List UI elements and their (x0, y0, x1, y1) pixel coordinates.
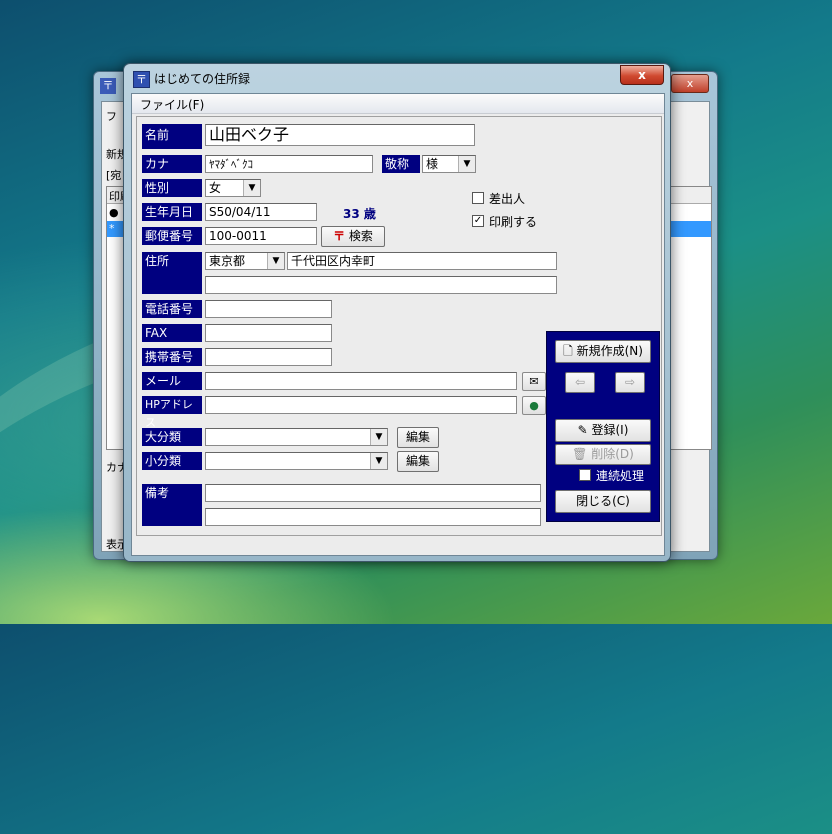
mail-input[interactable] (205, 372, 517, 390)
postal-label: 郵便番号 (142, 227, 202, 245)
continuous-label: 連続処理 (596, 469, 645, 483)
chevron-down-icon[interactable]: ▼ (267, 253, 284, 269)
record-indicator-icon: ● (109, 206, 119, 219)
postal-input[interactable]: 100-0011 (205, 227, 317, 245)
search-button-label: 検索 (348, 229, 373, 243)
address1-input[interactable]: 千代田区内幸町 (287, 252, 557, 270)
phone-label: 電話番号 (142, 300, 202, 318)
address-label: 住所 (142, 252, 202, 294)
notes1-input[interactable] (205, 484, 541, 502)
send-mail-button[interactable]: ✉ (522, 372, 546, 391)
mail-label: メール (142, 372, 202, 390)
globe-icon: ● (529, 399, 539, 412)
app-icon: 〒 (133, 71, 150, 88)
new-document-icon: 🗋 (563, 344, 573, 358)
gender-label: 性別 (142, 179, 202, 197)
notes2-input[interactable] (205, 508, 541, 526)
action-panel: 🗋 新規作成(N) ⇦ ⇨ ✎ 登録(I) 🗑 削除(D) 連続処理 閉じる(C… (546, 331, 660, 522)
new-record-button[interactable]: 🗋 新規作成(N) (555, 340, 651, 363)
postal-mark-icon: 〒 (333, 229, 346, 243)
background-text-fragment: [宛 (106, 169, 122, 182)
honorific-label: 敬称 (382, 155, 420, 173)
chevron-down-icon[interactable]: ▼ (370, 453, 387, 469)
gender-select[interactable]: 女 ▼ (205, 179, 261, 197)
print-checkbox[interactable]: ✓ (472, 215, 484, 227)
fax-input[interactable] (205, 324, 332, 342)
arrow-left-icon: ⇦ (574, 375, 586, 389)
chevron-down-icon[interactable]: ▼ (458, 156, 475, 172)
name-input[interactable]: 山田ベク子 (205, 124, 475, 146)
kana-label: カナ (142, 155, 202, 173)
print-label: 印刷する (489, 215, 538, 229)
phone-input[interactable] (205, 300, 332, 318)
honorific-value: 様 (426, 157, 439, 171)
previous-record-button[interactable]: ⇦ (565, 372, 595, 393)
prefecture-value: 東京都 (209, 254, 246, 268)
minor-category-select[interactable]: ▼ (205, 452, 388, 470)
delete-label: 削除(D) (591, 447, 634, 461)
background-menu-fragment: フ (106, 110, 117, 123)
major-category-label: 大分類 (142, 428, 202, 446)
background-close-button[interactable]: x (671, 74, 709, 93)
chevron-down-icon[interactable]: ▼ (370, 429, 387, 445)
continuous-checkbox[interactable] (579, 469, 591, 481)
postal-search-button[interactable]: 〒 検索 (321, 226, 385, 247)
menu-bar: ファイル(F) (132, 94, 664, 114)
kana-input[interactable]: ﾔﾏﾀﾞﾍﾞｸｺ (205, 155, 373, 173)
delete-button[interactable]: 🗑 削除(D) (555, 444, 651, 465)
new-row-marker: * (109, 222, 115, 235)
mail-icon: ✉ (529, 375, 539, 388)
hp-label: HPアドレス (142, 396, 202, 429)
sender-checkbox[interactable] (472, 192, 484, 204)
mobile-label: 携帯番号 (142, 348, 202, 366)
gender-value: 女 (209, 181, 222, 195)
major-category-select[interactable]: ▼ (205, 428, 388, 446)
close-form-button[interactable]: 閉じる(C) (555, 490, 651, 513)
hp-input[interactable] (205, 396, 517, 414)
name-label: 名前 (142, 124, 202, 149)
prefecture-select[interactable]: 東京都 ▼ (205, 252, 285, 270)
mobile-input[interactable] (205, 348, 332, 366)
edit-minor-button[interactable]: 編集 (397, 451, 439, 472)
minor-category-label: 小分類 (142, 452, 202, 470)
open-homepage-button[interactable]: ● (522, 396, 546, 415)
honorific-select[interactable]: 様 ▼ (422, 155, 476, 173)
register-button[interactable]: ✎ 登録(I) (555, 419, 651, 442)
address2-input[interactable] (205, 276, 557, 294)
notes-label: 備考 (142, 484, 202, 526)
arrow-right-icon: ⇨ (624, 375, 636, 389)
birth-label: 生年月日 (142, 203, 202, 221)
chevron-down-icon[interactable]: ▼ (243, 180, 260, 196)
window-title: はじめての住所録 (154, 72, 251, 86)
app-icon: 〒 (100, 78, 116, 94)
sender-label: 差出人 (489, 192, 526, 206)
fax-label: FAX (142, 324, 202, 342)
menu-file[interactable]: ファイル(F) (140, 96, 204, 113)
new-record-label: 新規作成(N) (576, 344, 643, 358)
close-window-button[interactable]: x (620, 65, 664, 85)
next-record-button[interactable]: ⇨ (615, 372, 645, 393)
edit-pencil-icon: ✎ (577, 423, 588, 437)
trash-icon: 🗑 (572, 447, 588, 461)
edit-major-button[interactable]: 編集 (397, 427, 439, 448)
birth-input[interactable]: S50/04/11 (205, 203, 317, 221)
age-text: 33 歳 (343, 207, 376, 221)
register-label: 登録(I) (591, 423, 629, 437)
